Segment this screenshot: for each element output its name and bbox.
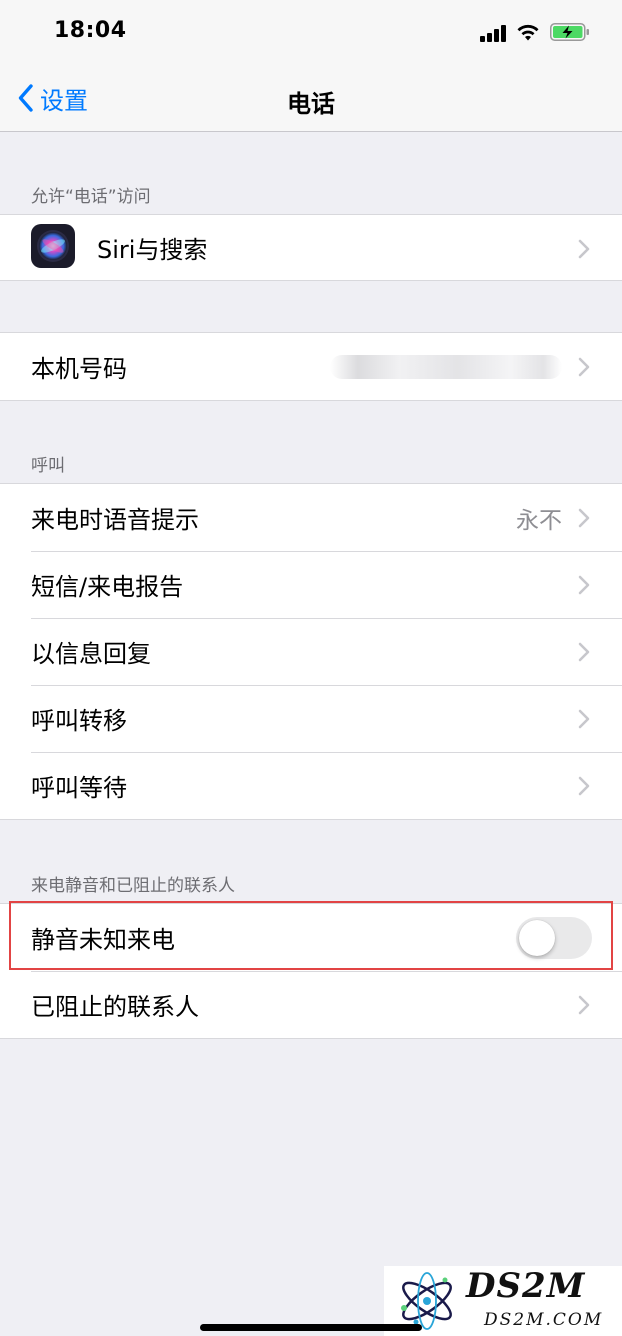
- chevron-right-icon: [578, 508, 590, 528]
- redacted-phone-number: [330, 355, 562, 379]
- row-silence-unknown-callers[interactable]: 静音未知来电: [0, 904, 622, 971]
- cellular-signal-icon: [480, 24, 510, 42]
- status-bar: 18:04: [0, 0, 622, 66]
- row-my-number[interactable]: 本机号码: [0, 333, 622, 400]
- toggle-knob: [519, 920, 555, 956]
- row-respond-with-text[interactable]: 以信息回复: [0, 618, 622, 685]
- row-label: 本机号码: [31, 355, 127, 383]
- atom-logo-icon: [401, 1272, 452, 1330]
- group-allow-access: Siri与搜索: [0, 214, 622, 281]
- home-indicator[interactable]: [200, 1324, 422, 1331]
- section-header-calls: 呼叫: [31, 456, 65, 476]
- row-label: 呼叫转移: [31, 707, 127, 735]
- group-my-number: 本机号码: [0, 332, 622, 401]
- row-label: 以信息回复: [31, 640, 151, 668]
- group-silence-blocked: 静音未知来电 已阻止的联系人: [0, 903, 622, 1039]
- chevron-right-icon: [578, 995, 590, 1015]
- wifi-icon: [517, 24, 539, 41]
- navigation-bar: 设置 电话: [0, 66, 622, 132]
- page-title: 电话: [287, 90, 335, 118]
- row-label: 已阻止的联系人: [31, 993, 199, 1021]
- row-label: 来电时语音提示: [31, 506, 199, 534]
- chevron-right-icon: [578, 575, 590, 595]
- group-calls: 来电时语音提示 永不 短信/来电报告 以信息回复 呼叫转移 呼叫等待: [0, 483, 622, 820]
- row-label: 静音未知来电: [31, 926, 175, 954]
- row-call-waiting[interactable]: 呼叫等待: [0, 752, 622, 819]
- chevron-right-icon: [578, 239, 590, 259]
- chevron-right-icon: [578, 776, 590, 796]
- row-value: 永不: [516, 507, 562, 534]
- chevron-right-icon: [578, 357, 590, 377]
- row-label: 呼叫等待: [31, 774, 127, 802]
- battery-charging-icon: [550, 23, 589, 41]
- status-time: 18:04: [54, 18, 127, 43]
- row-label: Siri与搜索: [97, 236, 208, 264]
- row-siri-search[interactable]: Siri与搜索: [0, 215, 622, 280]
- siri-icon: [31, 224, 75, 268]
- chevron-right-icon: [578, 642, 590, 662]
- row-sms-call-reporting[interactable]: 短信/来电报告: [0, 551, 622, 618]
- row-label: 短信/来电报告: [31, 573, 184, 601]
- watermark-brand: DS2M: [466, 1266, 586, 1306]
- row-blocked-contacts[interactable]: 已阻止的联系人: [0, 971, 622, 1038]
- chevron-right-icon: [578, 709, 590, 729]
- row-call-forwarding[interactable]: 呼叫转移: [0, 685, 622, 752]
- section-header-allow-access: 允许“电话”访问: [31, 187, 151, 207]
- watermark-site: DS2M.COM: [484, 1310, 604, 1330]
- section-header-silence-blocked: 来电静音和已阻止的联系人: [31, 876, 235, 896]
- silence-unknown-toggle[interactable]: [516, 917, 592, 959]
- row-announce-calls[interactable]: 来电时语音提示 永不: [0, 484, 622, 551]
